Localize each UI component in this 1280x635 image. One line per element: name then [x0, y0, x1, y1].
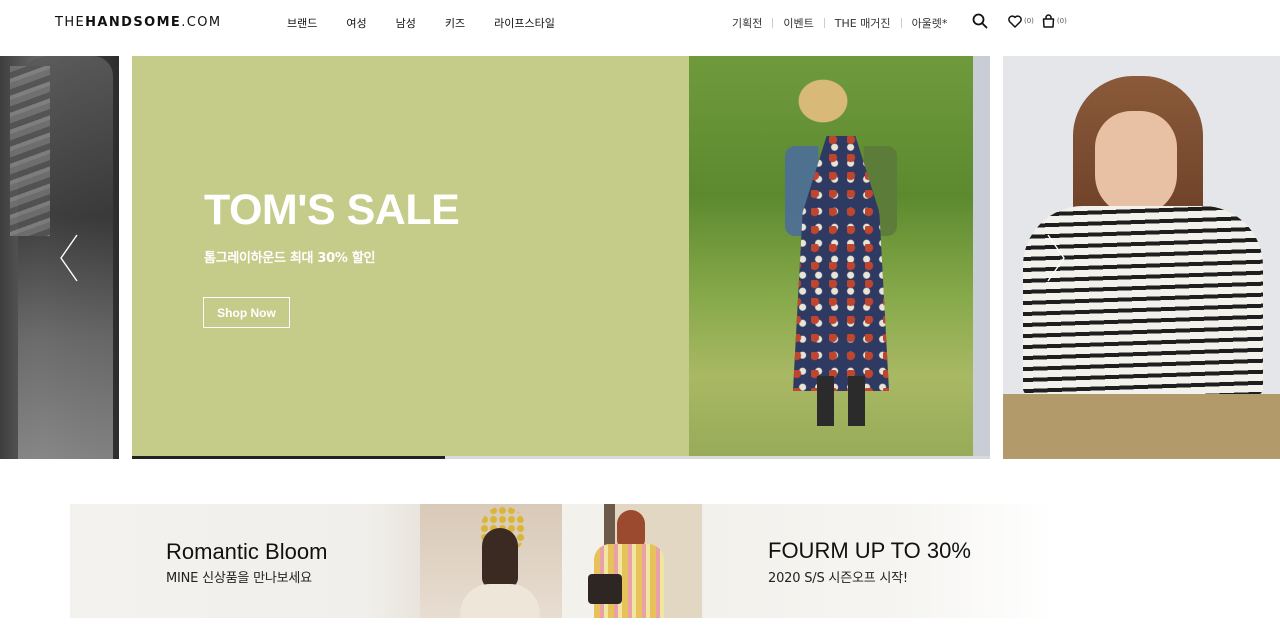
- logo-brand: HANDSOME: [85, 15, 182, 30]
- divider: [772, 18, 774, 28]
- slide-photo: [689, 56, 973, 456]
- util-item-outlet[interactable]: 아울렛*: [912, 15, 948, 31]
- promo-image: [562, 504, 702, 618]
- nav-item-lifestyle[interactable]: 라이프스타일: [494, 15, 555, 31]
- util-item-exhibition[interactable]: 기획전: [732, 15, 762, 31]
- util-item-event[interactable]: 이벤트: [783, 15, 813, 31]
- divider: [900, 18, 902, 28]
- main-slide[interactable]: TOM'S SALE 톰그레이하운드 최대 30% 할인 Shop Now: [132, 56, 990, 456]
- divider: [823, 18, 825, 28]
- model-legs: [817, 376, 865, 426]
- nav-item-women[interactable]: 여성: [346, 15, 366, 31]
- model-bag: [588, 574, 622, 604]
- model-body: [460, 584, 540, 618]
- site-logo[interactable]: THEHANDSOME.COM: [55, 15, 221, 30]
- wishlist-button[interactable]: (0): [1008, 14, 1034, 28]
- hero-slider: TOM'S SALE 톰그레이하운드 최대 30% 할인 Shop Now: [0, 56, 1280, 460]
- cart-count: (0): [1056, 17, 1067, 25]
- model-skirt: [1003, 394, 1280, 459]
- promo-image: [420, 504, 562, 618]
- hero-title: TOM'S SALE: [204, 186, 460, 234]
- slider-progress-fill: [132, 456, 446, 459]
- model-face: [1095, 111, 1177, 216]
- logo-suffix: .COM: [181, 15, 222, 30]
- scarf-detail: [10, 66, 50, 236]
- promo-title: FOURM UP TO 30%: [768, 538, 971, 563]
- slide-edge: [973, 56, 990, 456]
- search-icon: [972, 13, 988, 29]
- utility-nav: 기획전 이벤트 THE 매거진 아울렛*: [732, 15, 947, 31]
- nav-item-kids[interactable]: 키즈: [445, 15, 465, 31]
- heart-icon: [1008, 14, 1022, 28]
- promo-banner-romantic-bloom[interactable]: Romantic Bloom MINE 신상품을 만나보세요: [70, 504, 562, 618]
- nav-item-men[interactable]: 남성: [396, 15, 416, 31]
- site-header: THEHANDSOME.COM 브랜드 여성 남성 키즈 라이프스타일 기획전 …: [0, 0, 1280, 46]
- hero-subtitle: 톰그레이하운드 최대 30% 할인: [204, 251, 376, 266]
- shop-now-button[interactable]: Shop Now: [203, 297, 290, 328]
- promo-subtitle: MINE 신상품을 만나보세요: [166, 571, 312, 586]
- promo-subtitle: 2020 S/S 시즌오프 시작!: [768, 571, 908, 586]
- model-head: [482, 528, 518, 588]
- logo-prefix: THE: [55, 15, 86, 30]
- model-head: [617, 510, 645, 548]
- nav-item-brand[interactable]: 브랜드: [287, 15, 317, 31]
- wishlist-count: (0): [1024, 17, 1034, 25]
- header-icons: (0) (0): [972, 13, 1067, 29]
- chevron-left-icon[interactable]: [57, 232, 83, 284]
- promo-title: Romantic Bloom: [166, 539, 328, 564]
- shopping-bag-icon: [1042, 14, 1055, 28]
- slider-progress-bar: [132, 456, 990, 459]
- main-nav: 브랜드 여성 남성 키즈 라이프스타일: [287, 15, 584, 31]
- util-item-magazine[interactable]: THE 매거진: [835, 15, 891, 31]
- cart-button[interactable]: (0): [1042, 14, 1067, 28]
- promo-banner-fourm-sale[interactable]: FOURM UP TO 30% 2020 S/S 시즌오프 시작!: [562, 504, 1056, 618]
- search-button[interactable]: [972, 13, 988, 29]
- chevron-right-icon[interactable]: [1042, 232, 1068, 284]
